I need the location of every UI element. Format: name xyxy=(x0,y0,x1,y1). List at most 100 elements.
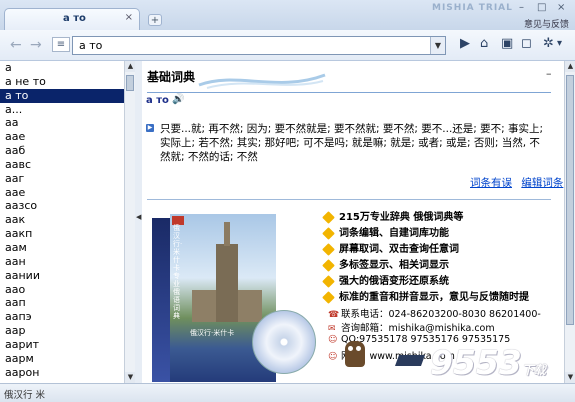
qq-icon: ☺ xyxy=(328,335,338,345)
feature-text: 词条编辑、自建词库功能 xyxy=(339,228,449,239)
minimize-button[interactable]: – xyxy=(519,2,524,13)
feature-text: 多标签显示、相关词显示 xyxy=(339,260,449,271)
close-window-button[interactable]: × xyxy=(557,2,565,13)
list-item[interactable]: аакп xyxy=(0,227,124,241)
ad-divider xyxy=(147,199,551,200)
list-item[interactable]: аании xyxy=(0,269,124,283)
definition-text: 只要...就; 再不然; 因为; 要不然就是; 要不然就; 要不然; 要不...… xyxy=(160,123,544,163)
scroll-thumb[interactable] xyxy=(566,75,574,325)
site-watermark: 9553下载 xyxy=(430,343,546,382)
search-input[interactable]: а то ▼ xyxy=(72,36,446,55)
phone-icon: ☎ xyxy=(328,310,340,320)
website-icon: ☺ xyxy=(328,352,338,362)
list-item[interactable]: ааг xyxy=(0,172,124,186)
list-item[interactable]: аае xyxy=(0,186,124,200)
list-item[interactable]: аарон xyxy=(0,366,124,380)
collapse-left-icon[interactable]: ◀ xyxy=(136,213,141,221)
status-bar: 俄汉行 米 xyxy=(0,383,575,402)
word-list: а а не то а то а... аа аае ааб аавс ааг … xyxy=(0,61,124,393)
contact-text: 联系电话：024-86203200-8030 86201400- xyxy=(341,309,541,320)
product-box-image: 俄汉行·米什卡专业俄语词典 俄汉行·米什卡 xyxy=(152,206,316,382)
pane-splitter[interactable]: ◀ xyxy=(135,61,142,383)
content-scrollbar[interactable]: ▲ ▼ xyxy=(564,61,575,383)
star-bullet-icon xyxy=(322,210,335,224)
search-input-value[interactable]: а то xyxy=(79,39,102,52)
list-item[interactable]: аавс xyxy=(0,158,124,172)
box-vertical-text: 俄汉行·米什卡专业俄语词典 xyxy=(173,224,183,320)
feedback-link[interactable]: 意见与反馈 xyxy=(524,17,569,30)
entry-links: 词条有误 编辑词条 xyxy=(464,175,563,190)
watermark-number: 9553 xyxy=(430,343,522,382)
settings-icon[interactable]: ✲ xyxy=(543,36,554,51)
report-error-link[interactable]: 词条有误 xyxy=(470,177,512,189)
feature-item: 词条编辑、自建词库功能 xyxy=(322,224,449,240)
list-item[interactable]: аазсо xyxy=(0,199,124,213)
feature-item: 215万专业辞典 俄俄词典等 xyxy=(322,208,464,224)
list-item[interactable]: аар xyxy=(0,324,124,338)
star-bullet-icon xyxy=(322,226,335,240)
list-item[interactable]: аао xyxy=(0,283,124,297)
play-icon[interactable]: ▶ xyxy=(460,36,470,51)
section-title: 基础词典 xyxy=(147,70,196,84)
dictionary-panel: 基础词典 – а то 🔊 ▶ 只要...就; 再不然; 因为; 要不然就是; … xyxy=(142,61,575,383)
feature-item: 强大的俄语变形还原系统 xyxy=(322,272,449,288)
contact-phone: ☎ 联系电话：024-86203200-8030 86201400- xyxy=(328,306,541,320)
building-wing xyxy=(236,290,262,322)
star-bullet-icon xyxy=(322,274,335,288)
email-icon: ✉ xyxy=(328,324,336,334)
list-item[interactable]: аа xyxy=(0,116,124,130)
star-bullet-icon xyxy=(322,242,335,256)
building-wing xyxy=(192,290,218,322)
list-item[interactable]: а xyxy=(0,61,124,75)
feature-text: 标准的重音和拼音显示，意见与反馈随时提 xyxy=(339,292,529,303)
list-item[interactable]: аак xyxy=(0,213,124,227)
list-item[interactable]: аапэ xyxy=(0,310,124,324)
window-icon[interactable]: ◻ xyxy=(521,36,532,51)
status-text: 俄汉行 米 xyxy=(4,390,46,401)
close-tab-icon[interactable]: × xyxy=(125,12,133,23)
contact-email: ✉ 咨询邮箱：mishika@mishika.com xyxy=(328,320,495,334)
settings-dropdown-icon[interactable]: ▾ xyxy=(557,38,562,49)
owl-mascot-image xyxy=(345,341,365,367)
scroll-up-icon[interactable]: ▲ xyxy=(565,61,575,72)
list-item[interactable]: а не то xyxy=(0,75,124,89)
back-arrow-icon[interactable]: ← xyxy=(10,37,22,53)
collapse-section-icon[interactable]: – xyxy=(546,67,552,80)
swoosh-decoration xyxy=(198,73,326,89)
edit-entry-link[interactable]: 编辑词条 xyxy=(521,177,563,189)
brand-watermark: MISHIA TRIAL xyxy=(432,3,513,13)
building-tower xyxy=(216,222,238,322)
star-bullet-icon xyxy=(322,290,335,304)
speaker-icon[interactable]: 🔊 xyxy=(172,94,184,105)
toolbar: ← → ≡ а то ▼ ▶ ⌂ ▣ ◻ ✲ ▾ xyxy=(0,30,575,61)
scroll-down-icon[interactable]: ▼ xyxy=(565,372,575,383)
search-dropdown-icon[interactable]: ▼ xyxy=(430,37,445,54)
list-item[interactable]: аап xyxy=(0,296,124,310)
forward-arrow-icon[interactable]: → xyxy=(30,37,42,53)
ad-banner: 俄汉行·米什卡专业俄语词典 俄汉行·米什卡 215万专业辞典 俄俄词典等 词条编… xyxy=(142,202,555,383)
list-item[interactable]: аае xyxy=(0,130,124,144)
list-item-selected[interactable]: а то xyxy=(0,88,124,103)
watermark-sub: 下载 xyxy=(521,363,546,377)
new-tab-button[interactable]: + xyxy=(148,14,162,26)
feature-item: 标准的重音和拼音显示，意见与反馈随时提 xyxy=(322,288,529,304)
save-icon[interactable]: ▣ xyxy=(501,36,513,51)
list-item[interactable]: аам xyxy=(0,241,124,255)
feature-text: 215万专业辞典 俄俄词典等 xyxy=(339,212,464,223)
graduation-hat-image xyxy=(394,355,426,366)
list-item[interactable]: а... xyxy=(0,103,124,117)
list-view-icon[interactable]: ≡ xyxy=(52,37,70,52)
home-icon[interactable]: ⌂ xyxy=(480,36,488,51)
section-divider xyxy=(147,92,551,93)
list-item[interactable]: аарит xyxy=(0,338,124,352)
feature-item: 屏幕取词、双击查询任意词 xyxy=(322,240,459,256)
list-item[interactable]: аан xyxy=(0,255,124,269)
list-item[interactable]: ааб xyxy=(0,144,124,158)
title-bar: а то × + MISHIA TRIAL – □ × 意见与反馈 xyxy=(0,0,575,30)
star-bullet-icon xyxy=(322,258,335,272)
maximize-button[interactable]: □ xyxy=(537,2,546,13)
scroll-thumb[interactable] xyxy=(126,75,134,91)
list-item[interactable]: аарм xyxy=(0,352,124,366)
box-caption: 俄汉行·米什卡 xyxy=(190,329,235,337)
tab-current[interactable]: а то × xyxy=(4,8,140,30)
